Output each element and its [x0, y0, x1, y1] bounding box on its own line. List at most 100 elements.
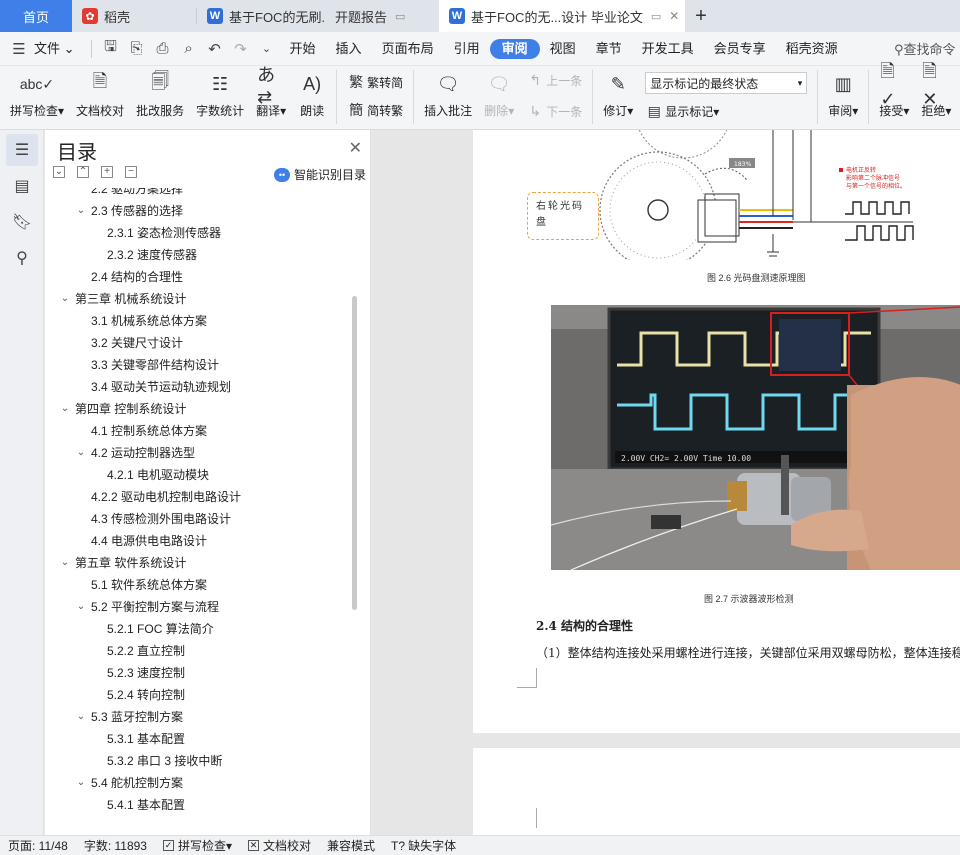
- chevron-down-icon[interactable]: ⌄: [254, 37, 280, 61]
- toc-item[interactable]: 5.2.1 FOC 算法简介: [45, 618, 351, 640]
- close-icon[interactable]: ✕: [349, 138, 362, 158]
- page-indicator[interactable]: 页面: 11/48: [0, 837, 76, 854]
- expand-all-icon[interactable]: ⌃: [77, 166, 89, 178]
- save-icon[interactable]: 🖫: [98, 37, 124, 61]
- toc-item[interactable]: 5.4.1 基本配置: [45, 794, 351, 816]
- toc-icon[interactable]: ☰: [6, 134, 38, 166]
- toc-item[interactable]: 4.2.2 驱动电机控制电路设计: [45, 486, 351, 508]
- add-heading-icon[interactable]: +: [101, 166, 113, 178]
- toc-item[interactable]: 2.2 驱动方案选择: [45, 188, 351, 200]
- translate-button[interactable]: あ⇄ 翻译▾: [250, 65, 292, 119]
- redo-icon[interactable]: ↷: [228, 37, 254, 61]
- toc-item[interactable]: 5.2.4 转向控制: [45, 684, 351, 706]
- toc-item[interactable]: 2.3.1 姿态检测传感器: [45, 222, 351, 244]
- toc-item[interactable]: 3.1 机械系统总体方案: [45, 310, 351, 332]
- body-paragraph[interactable]: （1）整体结构连接处采用螺栓进行连接，关键部位采用双螺母防松，整体连接稳: [536, 644, 960, 661]
- document-area[interactable]: 183% 电机正反转影响第二个脉冲信号与第一个信号的相位。 右轮光码盘 图 2.…: [372, 130, 960, 835]
- toc-item[interactable]: 4.1 控制系统总体方案: [45, 420, 351, 442]
- status-spell-check[interactable]: ✓ 拼写检查 ▾: [155, 837, 240, 854]
- word-count-button[interactable]: ☷ 字数统计: [190, 70, 250, 119]
- chevron-down-icon[interactable]: ⌄: [75, 200, 87, 222]
- collapse-all-icon[interactable]: ⌄: [53, 166, 65, 178]
- toc-item[interactable]: ⌄ 第三章 机械系统设计: [45, 288, 351, 310]
- toc-item[interactable]: 5.2.3 速度控制: [45, 662, 351, 684]
- to-simplified-button[interactable]: 簡简转繁: [347, 100, 403, 120]
- batch-service-button[interactable]: 🗐 批改服务: [130, 70, 190, 119]
- to-traditional-button[interactable]: 繁繁转简: [347, 72, 403, 92]
- smart-toc-button[interactable]: •• 智能识别目录: [273, 166, 366, 183]
- add-tab-button[interactable]: +: [685, 0, 717, 32]
- reject-button[interactable]: 🗎✕ 拒绝▾: [915, 61, 957, 119]
- tab-proposal[interactable]: 开题报告 ▭: [325, 0, 439, 32]
- show-markup-button[interactable]: ▤ 显示标记 ▾: [645, 103, 807, 120]
- toc-item[interactable]: 5.2.2 直立控制: [45, 640, 351, 662]
- toc-item[interactable]: ⌄ 5.4 舵机控制方案: [45, 772, 351, 794]
- chevron-down-icon[interactable]: ⌄: [75, 442, 87, 464]
- read-aloud-button[interactable]: A) 朗读: [292, 70, 332, 119]
- toc-item[interactable]: 3.3 关键零部件结构设计: [45, 354, 351, 376]
- spell-check-button[interactable]: abc✓ 拼写检查▾: [0, 70, 70, 119]
- tab-daoke[interactable]: ✿ 稻壳: [72, 0, 196, 32]
- toc-item[interactable]: 4.2.1 电机驱动模块: [45, 464, 351, 486]
- menu-layout[interactable]: 页面布局: [372, 39, 444, 59]
- toc-item[interactable]: 5.1 软件系统总体方案: [45, 574, 351, 596]
- print-icon[interactable]: ⎙: [150, 37, 176, 61]
- close-icon[interactable]: ✕: [669, 9, 679, 23]
- toc-item[interactable]: ⌄ 2.3 传感器的选择: [45, 200, 351, 222]
- menu-view[interactable]: 视图: [540, 39, 586, 59]
- toc-item[interactable]: 5.3.2 串口 3 接收中断: [45, 750, 351, 772]
- toc-scrollbar[interactable]: [352, 296, 357, 610]
- menu-devtools[interactable]: 开发工具: [632, 39, 704, 59]
- doc-proof-button[interactable]: 🗎 文档校对: [70, 70, 130, 119]
- toc-item[interactable]: 2.4 结构的合理性: [45, 266, 351, 288]
- undo-icon[interactable]: ↶: [202, 37, 228, 61]
- chevron-down-icon[interactable]: ⌄: [59, 288, 71, 310]
- tab-doc-1[interactable]: W 基于FOC的无刷...: [197, 0, 325, 32]
- menu-review[interactable]: 审阅: [489, 38, 540, 59]
- toc-item[interactable]: 2.3.2 速度传感器: [45, 244, 351, 266]
- menu-start[interactable]: 开始: [280, 39, 326, 59]
- markup-state-select[interactable]: 显示标记的最终状态 ▾: [645, 72, 808, 94]
- next-comment-button[interactable]: ↳ 下一条: [526, 103, 582, 120]
- toc-item[interactable]: 3.4 驱动关节运动轨迹规划: [45, 376, 351, 398]
- menu-insert[interactable]: 插入: [326, 39, 372, 59]
- hamburger-icon[interactable]: ☰: [6, 37, 32, 61]
- toc-item[interactable]: 4.3 传感检测外围电路设计: [45, 508, 351, 530]
- chevron-down-icon[interactable]: ⌄: [75, 596, 87, 618]
- chevron-down-icon[interactable]: ⌄: [59, 398, 71, 420]
- chevron-down-icon[interactable]: ⌄: [75, 772, 87, 794]
- menu-member[interactable]: 会员专享: [704, 39, 776, 59]
- toc-item[interactable]: 4.4 电源供电电路设计: [45, 530, 351, 552]
- bookmark-icon[interactable]: 🔖︎: [6, 206, 38, 238]
- toc-item[interactable]: ⌄ 5.3 蓝牙控制方案: [45, 706, 351, 728]
- print-preview-icon[interactable]: ⌕: [176, 37, 202, 61]
- chevron-down-icon[interactable]: ⌄: [75, 706, 87, 728]
- insert-comment-button[interactable]: 🗨 插入批注: [418, 70, 478, 119]
- toc-item[interactable]: 5.3.1 基本配置: [45, 728, 351, 750]
- review-pane-button[interactable]: ▥ 审阅▾: [822, 70, 864, 119]
- toc-item[interactable]: ⌄ 4.2 运动控制器选型: [45, 442, 351, 464]
- status-doc-proof[interactable]: ✕ 文档校对: [240, 837, 319, 854]
- revise-button[interactable]: ✎ 修订▾: [597, 70, 639, 119]
- chevron-down-icon[interactable]: ⌄: [59, 552, 71, 574]
- toc-item[interactable]: ⌄ 第四章 控制系统设计: [45, 398, 351, 420]
- missing-font-indicator[interactable]: T? 缺失字体: [383, 837, 464, 854]
- toc-item[interactable]: ⌄ 5.2 平衡控制方案与流程: [45, 596, 351, 618]
- toc-item[interactable]: 3.2 关键尺寸设计: [45, 332, 351, 354]
- toc-item[interactable]: ⌄ 第五章 软件系统设计: [45, 552, 351, 574]
- tab-home[interactable]: 首页: [0, 0, 72, 32]
- menu-daoke-resources[interactable]: 稻壳资源: [776, 39, 848, 59]
- file-menu[interactable]: 文件 ⌄: [32, 39, 85, 59]
- search-icon[interactable]: ⚲: [6, 242, 38, 274]
- accept-button[interactable]: 🗎✓ 接受▾: [873, 61, 915, 119]
- menu-chapter[interactable]: 章节: [586, 39, 632, 59]
- chapter-nav-icon[interactable]: ▤: [6, 170, 38, 202]
- export-icon[interactable]: ⎘: [124, 37, 150, 61]
- delete-comment-button[interactable]: 🗨 删除▾: [478, 70, 520, 119]
- menu-reference[interactable]: 引用: [444, 39, 490, 59]
- command-search[interactable]: ⚲查找命令: [894, 39, 960, 58]
- remove-heading-icon[interactable]: −: [125, 166, 137, 178]
- word-count-indicator[interactable]: 字数: 11893: [76, 837, 155, 854]
- tab-thesis[interactable]: W 基于FOC的无...设计 毕业论文 ▭ ✕: [439, 0, 685, 32]
- prev-comment-button[interactable]: ↰ 上一条: [526, 72, 582, 89]
